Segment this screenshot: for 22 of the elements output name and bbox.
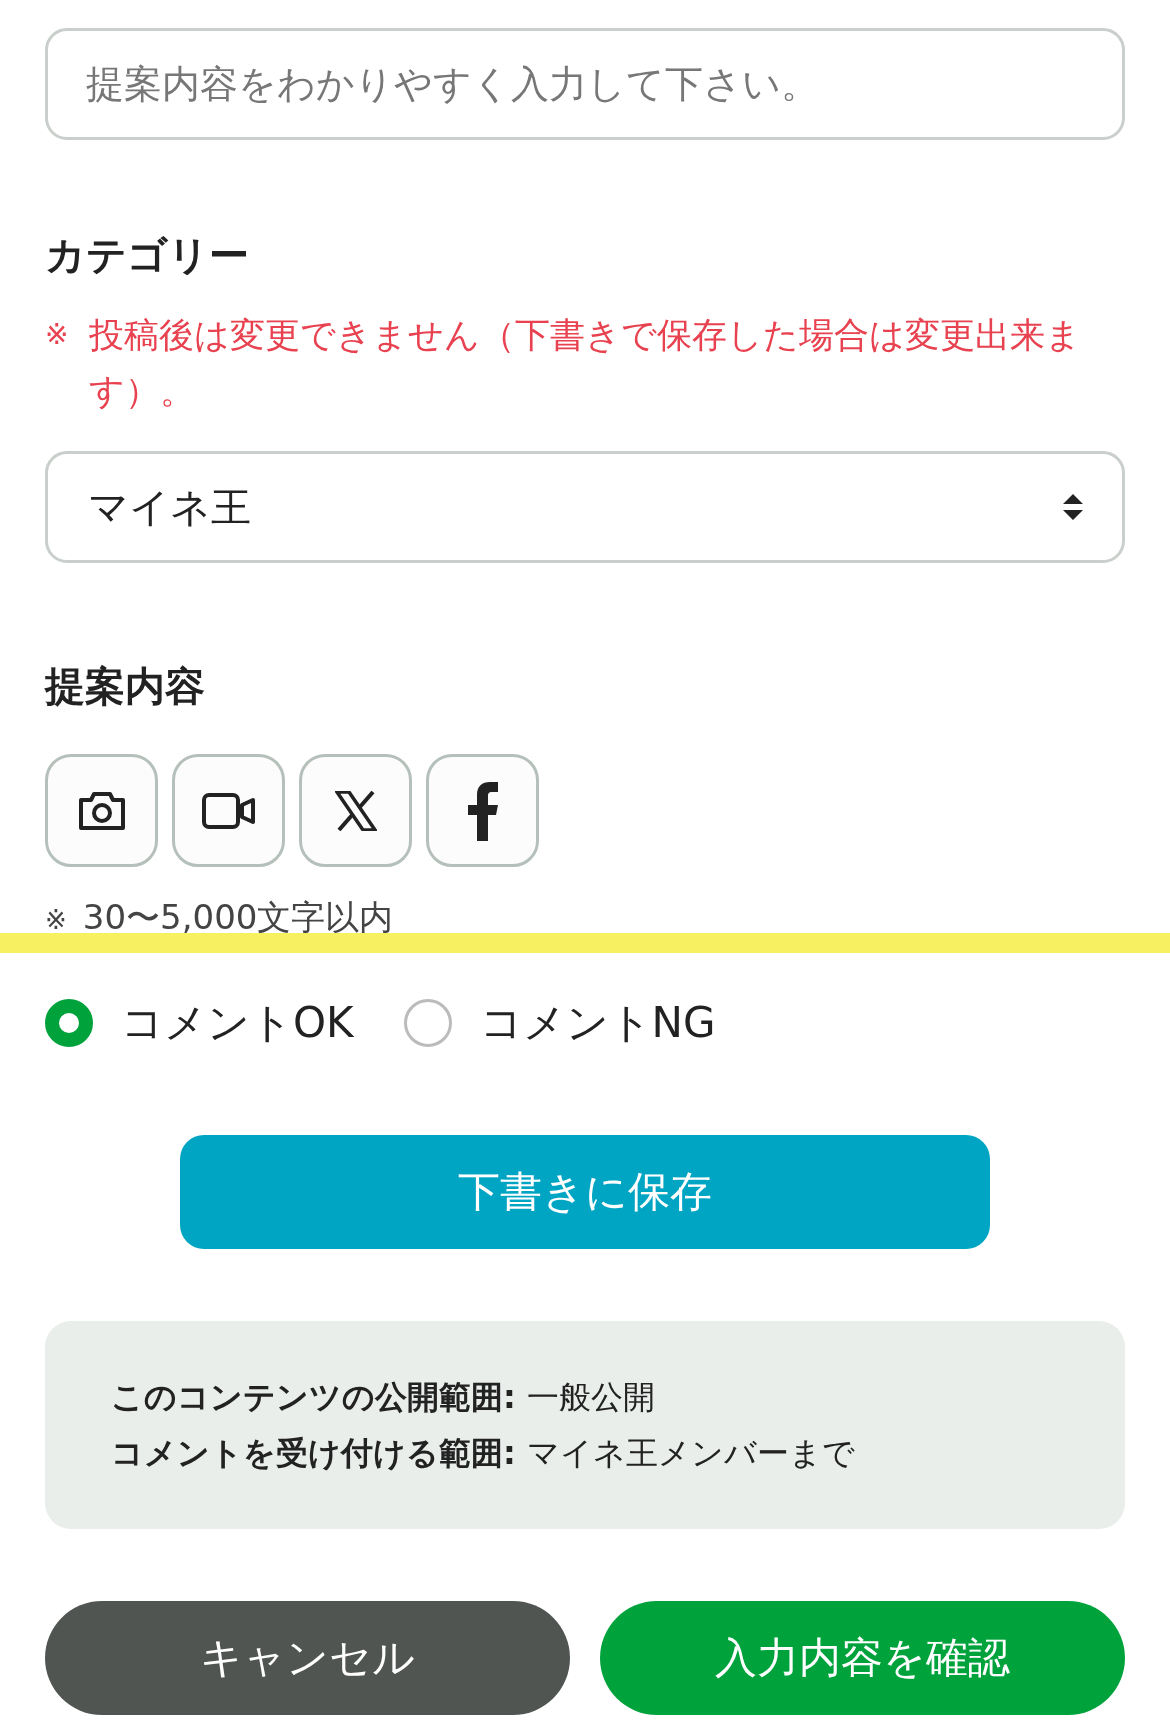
- note-mark: ※: [45, 905, 67, 935]
- video-camera-icon: [200, 790, 257, 831]
- video-button[interactable]: [172, 754, 285, 867]
- visibility-info: コメントを受け付ける範囲: マイネ王メンバーまで: [111, 1433, 856, 1474]
- character-limit-note: 30〜5,000文字以内: [82, 896, 394, 939]
- x-share-button[interactable]: [299, 754, 412, 867]
- category-select[interactable]: マイネ王: [45, 451, 1125, 563]
- section-heading: 提案内容: [45, 662, 206, 711]
- note-mark: ※: [45, 317, 70, 353]
- camera-icon: [76, 789, 127, 832]
- note-text: 投稿後は変更できません（下書きで保存した場合は変更出来ます）。: [89, 314, 1082, 413]
- comment-radio[interactable]: コメントNG: [403, 995, 716, 1051]
- title-input[interactable]: 提案内容をわかりやすく入力して下さい。: [45, 28, 1125, 140]
- comment-radio[interactable]: コメントOK: [45, 995, 354, 1051]
- x-logo-icon: [334, 790, 377, 831]
- visibility-info: このコンテンツの公開範囲: 一般公開: [111, 1377, 656, 1418]
- facebook-button[interactable]: [426, 754, 539, 867]
- camera-button[interactable]: [45, 754, 158, 867]
- sort-arrows-icon: [1062, 492, 1084, 522]
- facebook-logo-icon: [466, 780, 499, 841]
- section-heading: カテゴリー: [45, 231, 250, 280]
- cancel-button[interactable]: キャンセル: [45, 1601, 570, 1715]
